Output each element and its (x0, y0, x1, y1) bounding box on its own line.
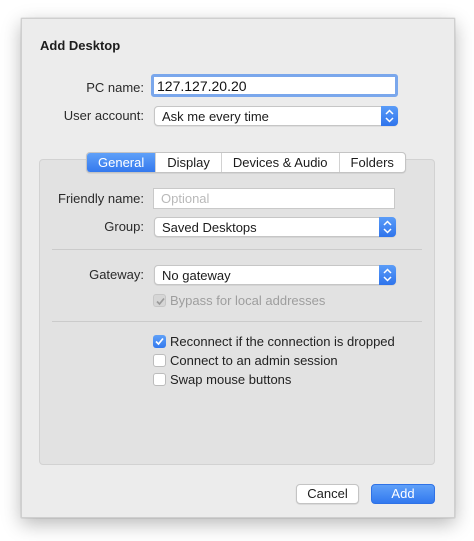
user-account-label: User account: (63, 108, 144, 123)
gateway-select[interactable]: No gateway (154, 265, 396, 285)
checkmark-icon (156, 297, 165, 306)
chevron-up-down-icon (381, 106, 398, 126)
group-value: Saved Desktops (162, 220, 257, 235)
dialog-title: Add Desktop (40, 38, 121, 53)
tab-folders[interactable]: Folders (338, 153, 405, 172)
gateway-label: Gateway: (89, 267, 144, 282)
add-desktop-dialog: Add Desktop PC name: User account: Ask m… (21, 18, 455, 518)
swap-mouse-label: Swap mouse buttons (170, 372, 292, 387)
reconnect-checkbox[interactable] (153, 335, 166, 348)
pc-name-input[interactable] (151, 74, 398, 97)
bypass-label: Bypass for local addresses (170, 293, 326, 308)
cancel-button[interactable]: Cancel (296, 484, 359, 504)
group-label: Group: (104, 219, 144, 234)
tab-general[interactable]: General (87, 153, 156, 172)
gateway-value: No gateway (162, 268, 231, 283)
admin-session-label: Connect to an admin session (170, 353, 338, 368)
checkmark-icon (155, 337, 164, 346)
swap-mouse-checkbox[interactable] (153, 373, 166, 386)
tab-devices-audio[interactable]: Devices & Audio (220, 153, 339, 172)
tab-bar: General Display Devices & Audio Folders (86, 152, 406, 173)
group-select[interactable]: Saved Desktops (154, 217, 396, 237)
add-button[interactable]: Add (371, 484, 435, 504)
tab-display[interactable]: Display (155, 153, 221, 172)
divider (52, 321, 422, 322)
friendly-name-label: Friendly name: (58, 191, 144, 206)
user-account-select[interactable]: Ask me every time (154, 106, 398, 126)
chevron-up-down-icon (379, 217, 396, 237)
divider (52, 249, 422, 250)
bypass-checkbox[interactable] (153, 294, 166, 307)
chevron-up-down-icon (379, 265, 396, 285)
admin-session-checkbox[interactable] (153, 354, 166, 367)
user-account-value: Ask me every time (162, 109, 269, 124)
pc-name-label: PC name: (86, 80, 144, 95)
reconnect-label: Reconnect if the connection is dropped (170, 334, 395, 349)
friendly-name-input[interactable] (153, 188, 395, 209)
